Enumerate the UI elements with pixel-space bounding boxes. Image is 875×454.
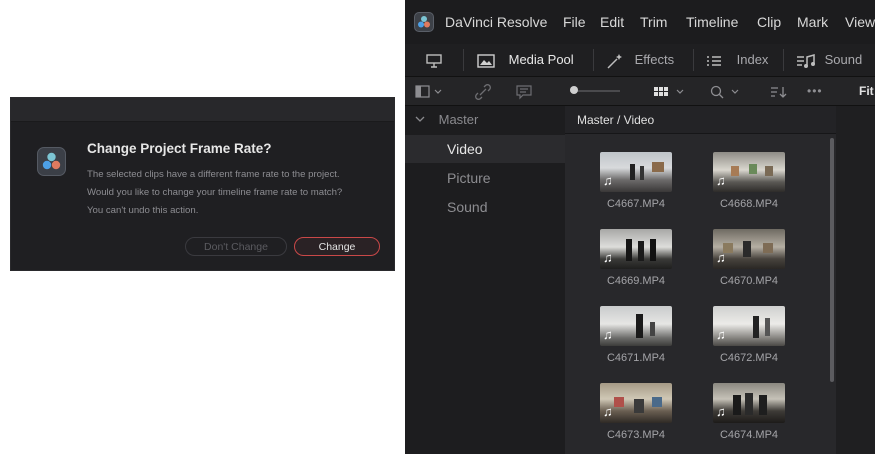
clip-thumbnail[interactable]: ♫ C4667.MP4 [581,152,691,218]
more-options-button[interactable]: ••• [807,77,823,105]
menu-edit[interactable]: Edit [600,14,624,30]
clip-thumbnail[interactable]: ♫ C4671.MP4 [581,306,691,372]
effects-label: Effects [634,52,675,67]
monitor-icon[interactable] [425,44,443,76]
bin-master-label: Master [438,112,479,127]
list-icon [705,52,727,67]
index-label: Index [736,52,769,67]
music-note-icon: ♫ [603,173,613,188]
music-note-icon: ♫ [603,404,613,419]
clip-thumbnail[interactable]: ♫ C4669.MP4 [581,229,691,295]
resolve-logo-icon [414,12,434,32]
media-pool-tab[interactable]: Media Pool [475,44,574,76]
clip-image: ♫ [600,152,672,192]
sound-tab[interactable]: Sound [795,44,862,76]
sound-icon [795,52,821,68]
clip-name: C4672.MP4 [719,352,779,364]
clip-image: ♫ [713,383,785,423]
music-note-icon: ♫ [716,404,726,419]
music-note-icon: ♫ [716,173,726,188]
bin-path-breadcrumb: Master / Video [565,106,836,134]
clip-thumbnail[interactable]: ♫ C4672.MP4 [694,306,804,372]
resolve-window: DaVinci Resolve File Edit Trim Timeline … [405,0,875,454]
clip-name: C4668.MP4 [719,198,779,210]
slider-knob[interactable] [570,86,578,94]
menu-trim[interactable]: Trim [640,14,667,30]
index-tab[interactable]: Index [705,44,768,76]
clip-image: ♫ [600,306,672,346]
dialog-titlebar [11,98,394,122]
media-pool-icon [475,52,501,68]
viewer-panel-edge [836,106,875,454]
media-pool-label: Media Pool [508,52,574,67]
clip-name: C4670.MP4 [719,275,779,287]
chevron-down-icon [415,106,429,134]
resolve-logo-icon [37,147,66,176]
sound-label: Sound [824,52,863,67]
menu-mark[interactable]: Mark [797,14,828,30]
dont-change-button[interactable]: Don't Change [185,237,287,256]
clip-thumbnail[interactable]: ♫ C4668.MP4 [694,152,804,218]
clip-thumbnail[interactable]: ♫ C4670.MP4 [694,229,804,295]
clip-grid-scrollbar[interactable] [830,138,834,382]
sort-icon[interactable] [770,77,788,105]
clip-name: C4674.MP4 [719,429,779,441]
clip-image: ♫ [600,383,672,423]
music-note-icon: ♫ [716,327,726,342]
music-note-icon: ♫ [603,250,613,265]
bin-sound[interactable]: Sound [405,193,565,221]
panel-toggle-icon[interactable] [415,77,445,105]
clip-name: C4667.MP4 [606,198,666,210]
grid-view-icon[interactable] [653,77,687,105]
effects-tab[interactable]: Effects [605,44,674,76]
bin-picture[interactable]: Picture [405,164,565,192]
menu-view[interactable]: View [845,14,875,30]
clip-name: C4673.MP4 [606,429,666,441]
change-button[interactable]: Change [294,237,380,256]
search-icon[interactable] [710,77,744,105]
clip-thumbnail[interactable]: ♫ C4674.MP4 [694,383,804,449]
zoom-fit-label[interactable]: Fit [859,77,874,105]
clip-thumbnail[interactable]: ♫ C4673.MP4 [581,383,691,449]
clip-image: ♫ [713,229,785,269]
media-pool-controls: ••• Fit [405,77,875,106]
clip-grid-panel: Master / Video ♫ C4667.MP4 ♫ C4668.MP4 ♫… [565,106,836,454]
top-toolbar: Media Pool Effects Index Sound [405,44,875,77]
bin-video[interactable]: Video [405,135,565,163]
menu-bar: DaVinci Resolve File Edit Trim Timeline … [405,0,875,44]
effects-wand-icon [605,52,629,69]
bin-master[interactable]: Master [405,106,565,134]
caption-icon[interactable] [515,77,533,105]
clip-image: ♫ [713,152,785,192]
bin-sidebar: Master Video Picture Sound [405,106,565,454]
menu-file[interactable]: File [563,14,586,30]
clip-image: ♫ [713,306,785,346]
music-note-icon: ♫ [716,250,726,265]
menu-timeline[interactable]: Timeline [686,14,738,30]
clip-image: ♫ [600,229,672,269]
menu-app-name[interactable]: DaVinci Resolve [445,14,547,30]
dialog-title: Change Project Frame Rate? [87,141,272,156]
clip-name: C4671.MP4 [606,352,666,364]
music-note-icon: ♫ [603,327,613,342]
clip-name: C4669.MP4 [606,275,666,287]
dialog-message: The selected clips have a different fram… [87,169,343,216]
change-frame-rate-dialog: Change Project Frame Rate? The selected … [10,97,395,271]
menu-clip[interactable]: Clip [757,14,781,30]
link-icon[interactable] [475,77,491,105]
